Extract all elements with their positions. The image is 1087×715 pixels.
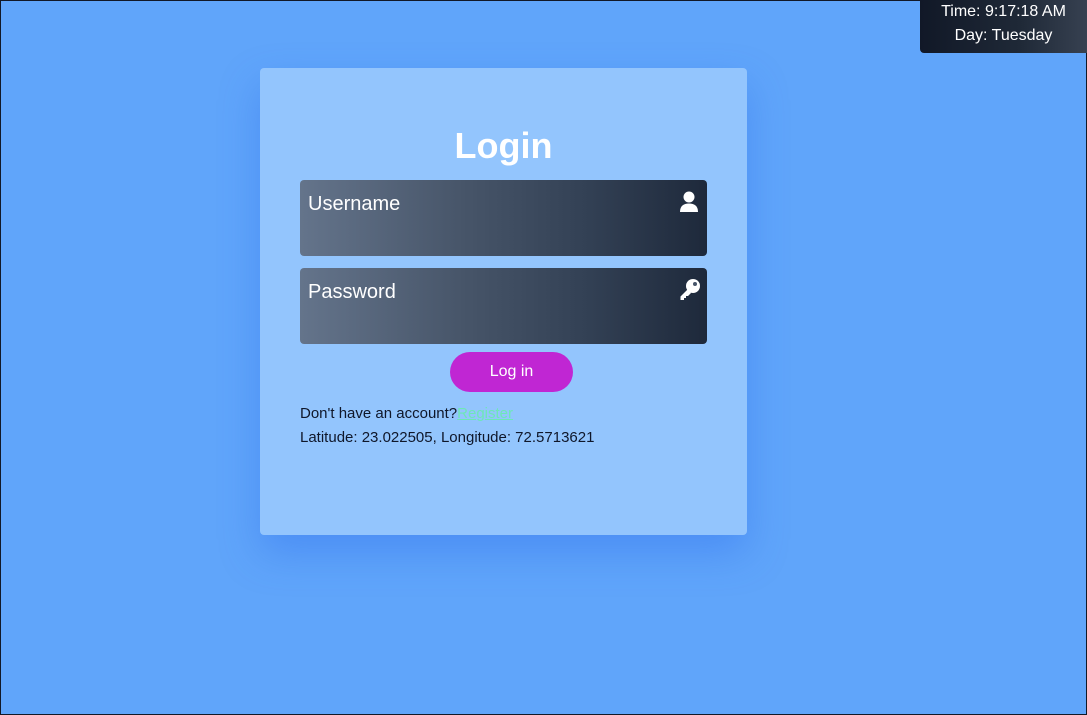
current-time: Time: 9:17:18 AM [941, 3, 1066, 20]
current-day: Day: Tuesday [954, 27, 1053, 44]
register-prompt: Don't have an account?Register [300, 404, 513, 424]
register-prompt-text: Don't have an account? [300, 405, 458, 422]
user-icon [679, 191, 699, 213]
login-card: Login Username Password Log in Don't hav… [260, 68, 747, 535]
login-title: Login [454, 125, 553, 166]
clock-widget: Time: 9:17:18 AM Day: Tuesday [920, 0, 1087, 53]
location-coordinates: Latitude: 23.022505, Longitude: 72.57136… [300, 429, 595, 446]
password-placeholder: Password [308, 281, 396, 303]
username-placeholder: Username [308, 193, 401, 215]
password-field[interactable]: Password [300, 268, 707, 344]
register-link[interactable]: Register [457, 405, 513, 422]
key-icon [679, 279, 700, 301]
username-field[interactable]: Username [300, 180, 707, 256]
login-button[interactable]: Log in [450, 352, 573, 392]
